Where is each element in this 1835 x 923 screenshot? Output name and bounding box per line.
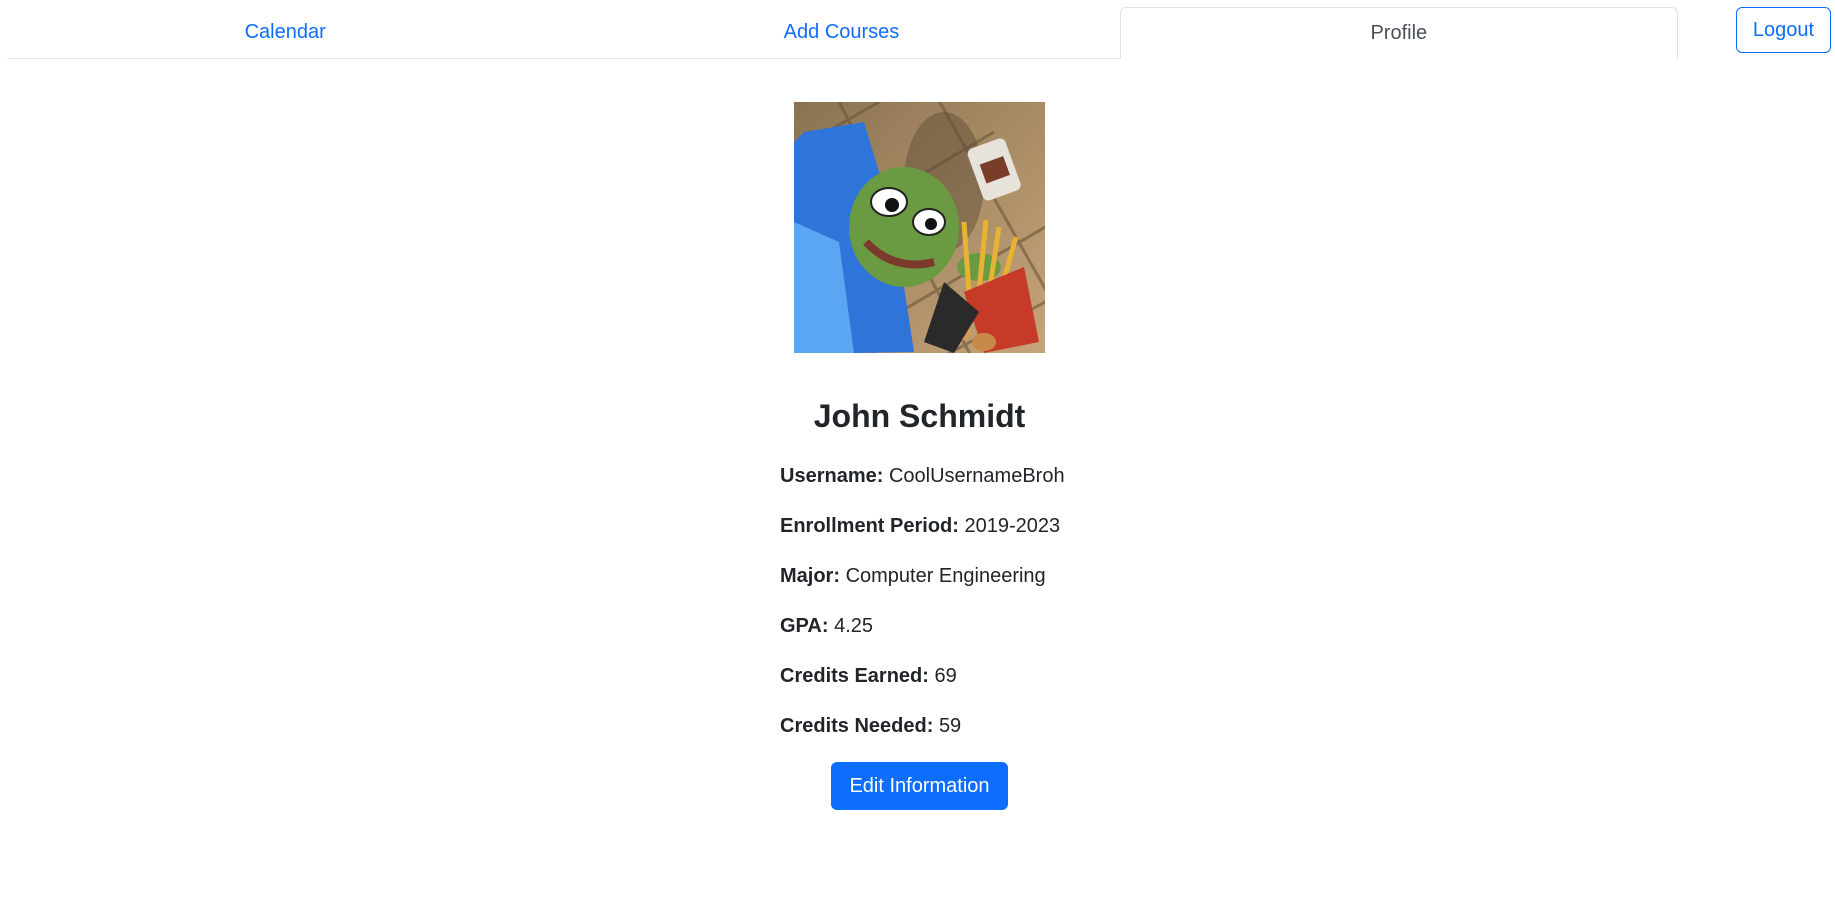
credits-needed-label: Credits Needed: — [780, 715, 939, 737]
major-label: Major: — [780, 565, 846, 587]
tab-profile[interactable]: Profile — [1119, 7, 1678, 59]
enrollment-period-field: Enrollment Period: 2019-2023 — [780, 515, 1060, 538]
tab-add-courses[interactable]: Add Courses — [563, 7, 1119, 58]
profile-name: John Schmidt — [813, 398, 1026, 434]
logout-button[interactable]: Logout — [1736, 7, 1831, 53]
major-field: Major: Computer Engineering — [780, 565, 1046, 588]
gpa-field: GPA: 4.25 — [780, 615, 873, 638]
credits-earned-field: Credits Earned: 69 — [780, 665, 957, 688]
nav-tabs: Calendar Add Courses Profile — [7, 7, 1678, 59]
tab-calendar[interactable]: Calendar — [7, 7, 563, 58]
username-label: Username: — [780, 465, 889, 487]
gpa-label: GPA: — [780, 615, 835, 637]
profile-picture — [794, 102, 1045, 353]
edit-information-button[interactable]: Edit Information — [831, 762, 1008, 810]
major-value: Computer Engineering — [845, 565, 1046, 587]
credits-needed-value: 59 — [938, 715, 962, 737]
top-navigation: Calendar Add Courses Profile Logout — [0, 0, 1835, 70]
enrollment-period-label: Enrollment Period: — [780, 515, 965, 537]
credits-earned-value: 69 — [934, 665, 957, 687]
avatar-image — [794, 102, 1045, 353]
credits-needed-field: Credits Needed: 59 — [780, 715, 961, 738]
username-value: CoolUsernameBroh — [888, 465, 1065, 487]
gpa-value: 4.25 — [834, 615, 874, 637]
credits-earned-label: Credits Earned: — [780, 665, 935, 687]
enrollment-period-value: 2019-2023 — [964, 515, 1061, 537]
username-field: Username: CoolUsernameBroh — [780, 465, 1065, 488]
